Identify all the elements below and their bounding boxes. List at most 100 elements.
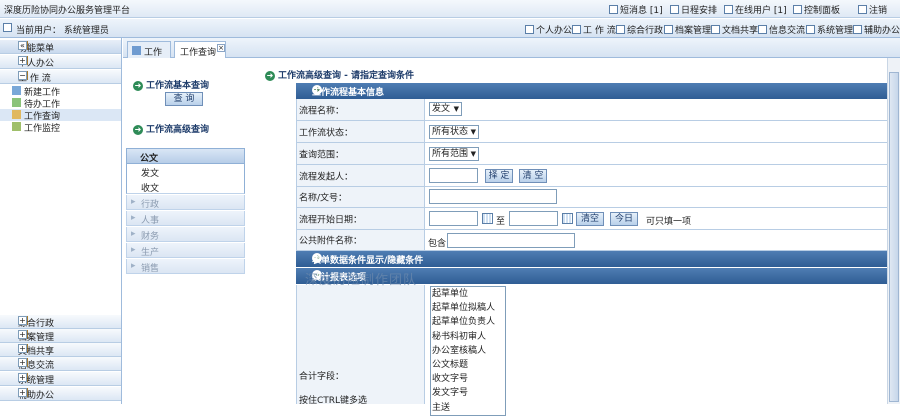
initiator-input[interactable]: [429, 168, 478, 183]
module-docs[interactable]: 文档共享: [711, 23, 758, 36]
attachment-input[interactable]: [447, 233, 575, 248]
tab-query[interactable]: 工作查询 ×: [174, 41, 226, 58]
chevron-right-icon: ▸: [131, 245, 136, 255]
status-select[interactable]: 所有状态 ▼: [429, 125, 479, 139]
list-item[interactable]: 秘书科初审人: [431, 330, 505, 344]
sidebar-group-archive[interactable]: 档案管理 +: [0, 329, 121, 343]
chevron-right-icon: ▸: [131, 197, 136, 207]
module-archive[interactable]: 档案管理: [664, 23, 711, 36]
home-icon: [3, 23, 14, 34]
messages-link[interactable]: 短消息 [1]: [609, 3, 663, 16]
module-personal[interactable]: 个人办公: [525, 23, 572, 36]
sidebar-group-system[interactable]: 系统管理 +: [0, 372, 121, 386]
arrow-right-icon: ➜: [133, 81, 143, 91]
expand-icon[interactable]: +: [18, 316, 27, 325]
row-attachment: 公共附件名称： 包含: [296, 230, 890, 251]
stat-field-list[interactable]: 起草单位 起草单位拟稿人 起草单位负责人 秘书科初审人 办公室核稿人 公文标题 …: [430, 286, 506, 416]
sidebar-item-new-work[interactable]: 新建工作: [0, 85, 121, 98]
sidebar-item-todo[interactable]: 待办工作: [0, 97, 121, 110]
advanced-query-title[interactable]: ➜ 工作流高级查询: [133, 122, 209, 135]
list-item[interactable]: 起草单位拟稿人: [431, 301, 505, 315]
list-item[interactable]: 发文字号: [431, 386, 505, 400]
clear-date-button[interactable]: 清空: [576, 212, 604, 226]
collapse-icon[interactable]: −: [18, 71, 27, 80]
end-date-input[interactable]: [509, 211, 558, 226]
contains-label: 包含: [428, 239, 447, 249]
sidebar-group-workflow[interactable]: 工 作 流 −: [0, 70, 121, 84]
sidebar-group-assist[interactable]: 辅助办公 +: [0, 387, 121, 401]
tab-workbench[interactable]: 工作台: [127, 41, 171, 71]
logout-icon: [858, 5, 867, 14]
sidebar-item-query[interactable]: 工作查询: [0, 109, 121, 122]
expand-icon[interactable]: +: [18, 358, 27, 367]
sidebar-group-admin[interactable]: 综合行政 +: [0, 315, 121, 329]
expand-icon[interactable]: +: [18, 330, 27, 339]
list-item[interactable]: 主送: [431, 401, 505, 415]
calendar-icon[interactable]: [562, 213, 573, 224]
row-status: 工作流状态： 所有状态 ▼: [296, 121, 890, 143]
select-user-button[interactable]: 择 定: [485, 169, 513, 183]
expand-icon[interactable]: +: [18, 56, 27, 65]
main-content: ➜ 工作流高级查询 - 请指定查询条件 ➜ 工作流程基本信息 流程名称： 发文 ▼ 工…: [262, 58, 890, 416]
list-item[interactable]: 公文标题: [431, 358, 505, 372]
expand-icon[interactable]: +: [18, 373, 27, 382]
logout-link[interactable]: 注销: [858, 3, 887, 16]
module-admin[interactable]: 综合行政: [616, 23, 663, 36]
list-item[interactable]: 收文字号: [431, 372, 505, 386]
collapse-all-icon[interactable]: «: [18, 41, 27, 50]
assist-icon: [853, 25, 862, 34]
category-finance[interactable]: ▸ 财务: [126, 227, 245, 242]
module-workflow[interactable]: 工 作 流: [572, 23, 616, 36]
admin-icon: [616, 25, 625, 34]
category-production[interactable]: ▸ 生产: [126, 243, 245, 258]
title-bar: 深度历险协同办公服务管理平台 短消息 [1] 日程安排 在线用户 [1] 控制面…: [0, 0, 900, 18]
expand-icon[interactable]: +: [18, 388, 27, 397]
toggle-conditions-link[interactable]: 显示/隐藏条件: [366, 253, 423, 266]
calendar-icon[interactable]: [482, 213, 493, 224]
module-info[interactable]: 信息交流: [758, 23, 805, 36]
sidebar-group-info[interactable]: 信息交流 +: [0, 357, 121, 371]
list-item[interactable]: 起草单位负责人: [431, 315, 505, 329]
category-hr[interactable]: ▸ 人事: [126, 211, 245, 226]
query-button[interactable]: 查 询: [165, 92, 203, 106]
search-icon: [12, 110, 21, 119]
row-scope: 查询范围： 所有范围 ▼: [296, 143, 890, 165]
control-panel-link[interactable]: 控制面板: [793, 3, 840, 16]
flow-name-select[interactable]: 发文 ▼: [429, 102, 462, 116]
row-date: 流程开始日期： 至 清空 今日 可只填一项: [296, 208, 890, 230]
scope-select[interactable]: 所有范围 ▼: [429, 147, 479, 161]
sidebar-item-monitor[interactable]: 工作监控: [0, 121, 121, 134]
sidebar-group-personal[interactable]: 个人办公 +: [0, 55, 121, 69]
check-icon: [525, 25, 534, 34]
module-system[interactable]: 系统管理: [806, 23, 853, 36]
name-input[interactable]: [429, 189, 557, 204]
schedule-link[interactable]: 日程安排: [670, 3, 717, 16]
list-item[interactable]: 起草单位: [431, 287, 505, 301]
arrow-right-icon: ➜: [265, 71, 275, 81]
user-icon: [724, 5, 733, 14]
clear-user-button[interactable]: 清 空: [519, 169, 547, 183]
module-bar: 当前用户： 系统管理员 个人办公 工 作 流 综合行政 档案管理 文档共享 信息…: [0, 19, 900, 38]
category-sales[interactable]: ▸ 销售: [126, 259, 245, 274]
home-icon: [132, 46, 141, 55]
date-hint: 可只填一项: [646, 217, 692, 227]
vertical-scrollbar[interactable]: [887, 58, 900, 404]
archive-icon: [664, 25, 673, 34]
row-flow-name: 流程名称： 发文 ▼: [296, 99, 890, 121]
category-admin[interactable]: ▸ 行政: [126, 195, 245, 210]
module-assist[interactable]: 辅助办公: [853, 23, 900, 36]
close-icon[interactable]: ×: [217, 44, 225, 52]
expand-icon[interactable]: +: [18, 344, 27, 353]
basic-query-title[interactable]: ➜ 工作流基本查询: [133, 78, 209, 91]
start-date-input[interactable]: [429, 211, 478, 226]
list-item[interactable]: 办公室核稿人: [431, 344, 505, 358]
category-official[interactable]: 公文: [126, 148, 245, 164]
today-button[interactable]: 今日: [610, 212, 638, 226]
online-users-link[interactable]: 在线用户 [1]: [724, 3, 787, 16]
watermark: 深度历险制作团队: [305, 273, 418, 288]
subitem-receive[interactable]: 收文: [126, 179, 245, 194]
scrollbar-thumb[interactable]: [889, 72, 899, 402]
subitem-send[interactable]: 发文: [126, 164, 245, 179]
chevron-right-icon: ▸: [131, 213, 136, 223]
sidebar-group-docs[interactable]: 文档共享 +: [0, 343, 121, 357]
